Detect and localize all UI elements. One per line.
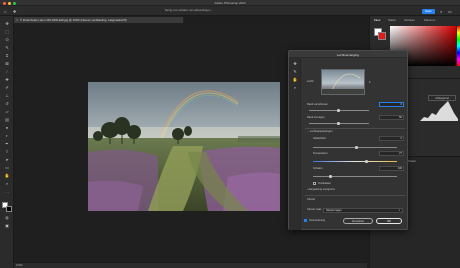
window-title: Adobe Photoshop 2023: [214, 1, 246, 5]
home-icon[interactable]: ⌂: [4, 9, 9, 14]
flip-label: Omdraaien: [318, 182, 331, 185]
brush-tool-icon[interactable]: ✐: [4, 86, 10, 90]
tab-patterns[interactable]: Patronen: [424, 18, 435, 22]
screen-mode-icon[interactable]: ▣: [4, 224, 10, 228]
sky-dropdown-icon[interactable]: ▾: [369, 80, 371, 84]
dialog-title: Luchtvervanging: [336, 52, 359, 57]
dialog-title-bar[interactable]: Luchtvervanging: [289, 51, 407, 58]
sky-adjustments-label: Luchtaanpassingen: [309, 130, 333, 133]
zoom-level[interactable]: 100%: [16, 264, 23, 267]
share-button[interactable]: Delen: [422, 8, 435, 14]
options-bar: ⌂ ✥ Bezig met ophalen van afbeeldingen..…: [0, 6, 460, 16]
sky-brush-tool-icon[interactable]: ✎: [292, 69, 298, 74]
lighting-label: Aanpassing voorgrond: [308, 188, 335, 191]
temperature-slider-knob[interactable]: [365, 160, 368, 163]
scale-label: Schalen: [313, 167, 323, 170]
move-edge-label: Rand verschuiven: [307, 103, 328, 106]
output-to-label: Uitvoer naar:: [307, 208, 322, 211]
marquee-tool-icon[interactable]: ⬚: [4, 30, 10, 34]
shape-tool-icon[interactable]: ▭: [4, 166, 10, 170]
quick-mask-icon[interactable]: ◍: [4, 216, 10, 220]
sky-label: Lucht:: [307, 80, 315, 83]
status-bar: 100%: [14, 262, 367, 268]
tab-swatches[interactable]: Stalen: [388, 18, 396, 22]
temperature-field[interactable]: 27: [379, 151, 404, 156]
output-to-select[interactable]: Nieuwe lagen ▾: [323, 208, 403, 213]
search-icon[interactable]: ⌕: [440, 9, 442, 14]
hand-tool-icon[interactable]: ✋: [292, 77, 298, 82]
divider: [305, 128, 405, 129]
tools-panel: ✥ ⬚ ʘ ✎ ⌗ ⊠ ⁄ ✚ ✐ ⊥ ↺ ▱ ▤ ● ◐ ✒ T ➤ ▭ ✋ …: [0, 16, 14, 268]
tab-paths[interactable]: Paden: [408, 159, 416, 163]
chevron-down-icon: ▾: [398, 209, 400, 212]
pen-tool-icon[interactable]: ✒: [4, 142, 10, 146]
output-label: Uitvoer: [307, 198, 316, 201]
brightness-label: Helderheid: [313, 137, 326, 140]
eyedropper-tool-icon[interactable]: ⁄: [4, 70, 10, 74]
fade-edge-label: Rand vervagen: [307, 116, 325, 119]
flip-checkbox[interactable]: [313, 182, 316, 185]
dialog-tools: ✥ ✎ ✋ ⌕: [289, 58, 301, 230]
temperature-label: Temperatuur: [313, 152, 328, 155]
frame-tool-icon[interactable]: ⊠: [4, 62, 10, 66]
lasso-tool-icon[interactable]: ʘ: [4, 38, 10, 42]
lighting-toggle[interactable]: › Aanpassing voorgrond: [307, 188, 334, 191]
output-to-value: Nieuwe lagen: [326, 209, 342, 212]
sky-preset-thumbnail[interactable]: [321, 69, 365, 95]
zoom-tool-icon[interactable]: ⌕: [4, 182, 10, 186]
history-brush-tool-icon[interactable]: ↺: [4, 102, 10, 106]
tab-color[interactable]: Kleur: [374, 18, 381, 22]
scale-slider-knob[interactable]: [329, 175, 332, 178]
path-select-tool-icon[interactable]: ➤: [4, 158, 10, 162]
temperature-slider[interactable]: [313, 161, 397, 163]
close-tab-icon[interactable]: ×: [16, 18, 18, 22]
background-color-swatch[interactable]: [6, 206, 12, 212]
sky-replacement-dialog: Luchtvervanging ✥ ✎ ✋ ⌕ Lucht: ▾ Rand ve…: [288, 50, 408, 230]
cancel-button[interactable]: Annuleren: [343, 218, 373, 224]
fade-edge-slider-knob[interactable]: [337, 122, 340, 125]
workspace-icon[interactable]: ▭: [448, 9, 452, 14]
document-image: [88, 82, 280, 211]
eraser-tool-icon[interactable]: ▱: [4, 110, 10, 114]
move-tool-icon[interactable]: ✥: [13, 9, 19, 14]
move-tool-icon[interactable]: ✥: [4, 22, 10, 26]
ok-button[interactable]: OK: [376, 218, 402, 224]
scale-slider[interactable]: [313, 176, 397, 177]
dodge-tool-icon[interactable]: ◐: [4, 134, 10, 138]
brightness-slider-knob[interactable]: [355, 146, 358, 149]
preview-label: Voorvertoning: [309, 219, 326, 222]
move-sky-tool-icon[interactable]: ✥: [292, 61, 298, 66]
crop-tool-icon[interactable]: ⌗: [4, 54, 10, 58]
histogram-source-select[interactable]: Achtergrond: [428, 95, 456, 101]
gradient-tool-icon[interactable]: ▤: [4, 118, 10, 122]
color-swatches-preview[interactable]: [374, 28, 386, 40]
zoom-tool-icon[interactable]: ⌕: [292, 85, 298, 90]
status-message: Bezig met ophalen van afbeeldingen...: [165, 8, 213, 12]
sky-adjustments-toggle[interactable]: ⌄ Luchtaanpassingen: [307, 130, 332, 133]
tab-gradients[interactable]: Verlopen: [404, 18, 415, 22]
preview-checkbox[interactable]: [304, 219, 307, 222]
document-tab-label: © Zuiderheide Laren 245-HDR-Edit.jpg @ 1…: [20, 18, 127, 22]
clone-stamp-tool-icon[interactable]: ⊥: [4, 94, 10, 98]
move-edge-field[interactable]: 0: [379, 102, 404, 107]
move-edge-slider-knob[interactable]: [337, 109, 340, 112]
fade-edge-field[interactable]: 50: [379, 115, 404, 120]
quick-select-tool-icon[interactable]: ✎: [4, 46, 10, 50]
type-tool-icon[interactable]: T: [4, 150, 10, 154]
divider: [305, 195, 405, 196]
histogram-graph: [420, 101, 458, 121]
brightness-field[interactable]: 0: [379, 136, 404, 141]
blur-tool-icon[interactable]: ●: [4, 126, 10, 130]
more-tools-icon[interactable]: …: [4, 190, 10, 194]
healing-brush-tool-icon[interactable]: ✚: [4, 78, 10, 82]
scale-field[interactable]: 100: [379, 166, 404, 171]
hand-tool-icon[interactable]: ✋: [4, 174, 10, 178]
